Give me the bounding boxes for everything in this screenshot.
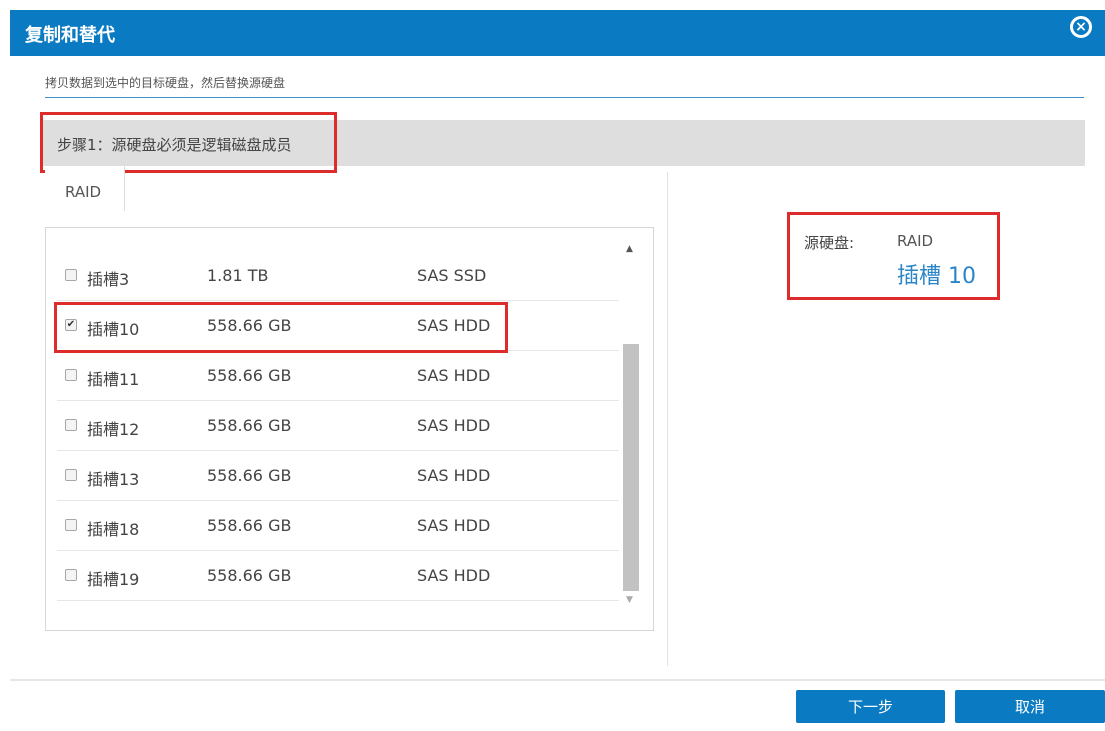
row-type: SAS HDD [417, 466, 491, 485]
row-size: 558.66 GB [207, 466, 292, 485]
row-slot: 插槽12 [87, 420, 140, 439]
row-slot: 插槽13 [87, 470, 140, 489]
table-row[interactable]: 插槽3 1.81 TB SAS SSD [57, 252, 619, 301]
table-row[interactable]: 插槽19 558.66 GB SAS HDD [57, 552, 619, 601]
next-button[interactable]: 下一步 [796, 690, 945, 723]
panel-divider [667, 172, 668, 666]
tab-raid[interactable]: RAID [45, 166, 125, 211]
row-type: SAS SSD [417, 266, 487, 285]
footer-divider [10, 679, 1105, 681]
row-size: 558.66 GB [207, 516, 292, 535]
step-highlight-box [40, 112, 337, 173]
row-slot: 插槽19 [87, 570, 140, 589]
row-checkbox[interactable] [65, 419, 77, 431]
row-checkbox[interactable] [65, 569, 77, 581]
row-slot: 插槽11 [87, 370, 140, 389]
row-size: 558.66 GB [207, 366, 292, 385]
subtitle-underline [45, 97, 1084, 98]
row-type: SAS HDD [417, 366, 491, 385]
source-highlight-box [787, 212, 1000, 300]
row-checkbox[interactable] [65, 469, 77, 481]
scroll-up-arrow-icon[interactable]: ▲ [626, 244, 633, 254]
cancel-button[interactable]: 取消 [955, 690, 1105, 723]
scroll-down-arrow-icon[interactable]: ▼ [626, 595, 633, 605]
dialog-subtitle: 拷贝数据到选中的目标硬盘，然后替换源硬盘 [45, 76, 286, 90]
table-row[interactable]: 插槽13 558.66 GB SAS HDD [57, 452, 619, 501]
row-checkbox[interactable] [65, 269, 77, 281]
row-type: SAS HDD [417, 416, 491, 435]
row-checkbox[interactable] [65, 369, 77, 381]
table-row[interactable]: 插槽18 558.66 GB SAS HDD [57, 502, 619, 551]
tab-raid-label: RAID [65, 183, 102, 201]
row-size: 1.81 TB [207, 266, 269, 285]
scrollbar-thumb[interactable] [623, 344, 639, 591]
selected-row-highlight-box [54, 302, 508, 353]
close-icon[interactable]: × [1070, 16, 1092, 38]
row-type: SAS HDD [417, 516, 491, 535]
row-slot: 插槽18 [87, 520, 140, 539]
dialog-title: 复制和替代 [25, 25, 115, 46]
row-type: SAS HDD [417, 566, 491, 585]
row-slot: 插槽3 [87, 270, 130, 289]
table-row[interactable]: 插槽12 558.66 GB SAS HDD [57, 402, 619, 451]
row-size: 558.66 GB [207, 566, 292, 585]
dialog-titlebar: 复制和替代 [10, 10, 1105, 56]
row-size: 558.66 GB [207, 416, 292, 435]
table-row[interactable]: 插槽11 558.66 GB SAS HDD [57, 352, 619, 401]
row-checkbox[interactable] [65, 519, 77, 531]
